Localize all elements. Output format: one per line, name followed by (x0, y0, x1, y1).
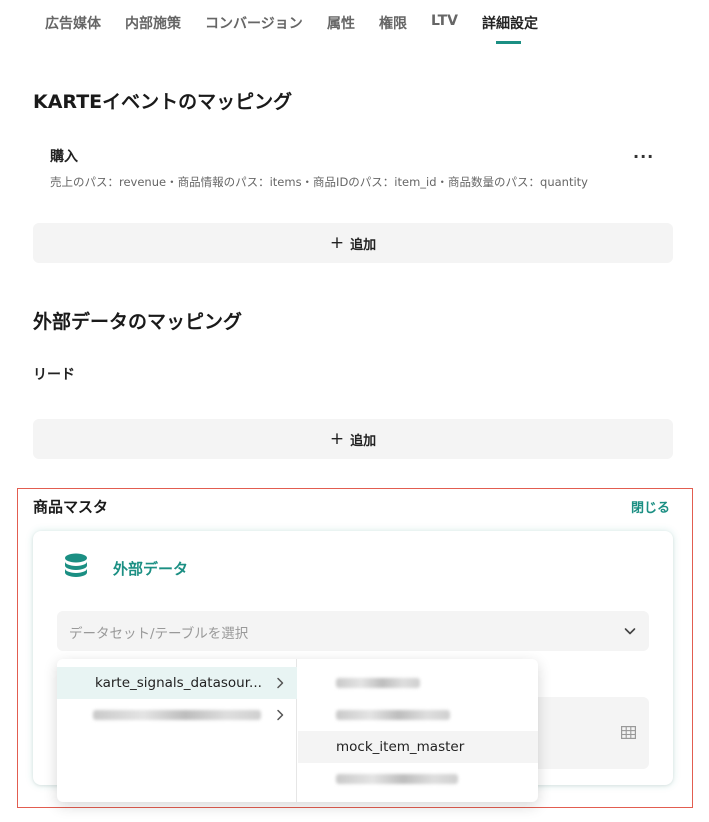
chevron-right-icon (277, 677, 284, 689)
chevron-right-icon (277, 709, 284, 721)
table-option-redacted[interactable] (298, 763, 538, 795)
redacted-text (93, 710, 261, 720)
karte-add-label: 追加 (350, 237, 377, 253)
table-option-redacted[interactable] (298, 699, 538, 731)
tab-attributes[interactable]: 属性 (327, 13, 355, 33)
product-master-title: 商品マスタ (33, 498, 109, 516)
close-link[interactable]: 閉じる (631, 497, 670, 516)
database-icon (65, 553, 87, 577)
plus-icon: + (329, 428, 345, 449)
more-horizontal-icon[interactable]: ··· (633, 147, 654, 166)
karte-add-button[interactable]: + 追加 (33, 223, 673, 263)
external-data-title: 外部データ (113, 560, 189, 578)
dataset-option-redacted[interactable] (57, 699, 297, 731)
tab-ad-media[interactable]: 広告媒体 (45, 13, 101, 33)
table-option-redacted[interactable] (298, 667, 538, 699)
tab-permissions[interactable]: 権限 (379, 13, 407, 33)
purchase-item-title: 購入 (50, 149, 78, 165)
karte-mapping-heading: KARTEイベントのマッピング (33, 91, 293, 113)
plus-icon: + (329, 232, 345, 253)
redacted-text (336, 710, 450, 720)
table-option-mock-item-master[interactable]: mock_item_master (298, 731, 538, 763)
active-tab-indicator (496, 41, 521, 44)
external-add-label: 追加 (350, 433, 377, 449)
redacted-text (336, 678, 420, 688)
lead-item-title: リード (33, 367, 75, 383)
dataset-dropdown: karte_signals_datasour... mock_item_mast… (57, 659, 538, 802)
external-mapping-heading: 外部データのマッピング (33, 311, 243, 333)
tab-bar: 広告媒体 内部施策 コンバージョン 属性 権限 LTV 詳細設定 (0, 0, 709, 46)
table-grid-icon (621, 726, 636, 739)
table-option-label: mock_item_master (336, 739, 465, 755)
dataset-option-label: karte_signals_datasour... (95, 675, 262, 691)
dataset-table-select[interactable]: データセット/テーブルを選択 (57, 611, 649, 651)
tab-internal-measures[interactable]: 内部施策 (125, 13, 181, 33)
chevron-down-icon (624, 628, 636, 635)
tab-advanced-settings[interactable]: 詳細設定 (482, 13, 538, 33)
select-placeholder: データセット/テーブルを選択 (69, 626, 249, 642)
external-add-button[interactable]: + 追加 (33, 419, 673, 459)
purchase-item-description: 売上のパス：revenue・商品情報のパス：items・商品IDのパス：item… (50, 175, 588, 189)
dataset-option[interactable]: karte_signals_datasour... (57, 667, 297, 699)
tab-conversion[interactable]: コンバージョン (205, 13, 303, 33)
tab-ltv[interactable]: LTV (431, 13, 458, 29)
table-column: mock_item_master (298, 659, 538, 802)
dataset-column: karte_signals_datasour... (57, 659, 297, 802)
redacted-text (336, 774, 458, 784)
